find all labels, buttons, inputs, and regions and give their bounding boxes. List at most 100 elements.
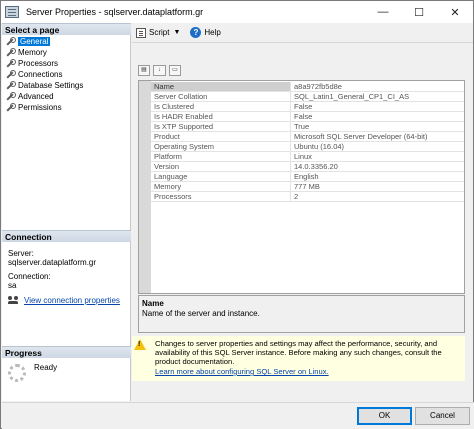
connection-value: sa bbox=[8, 281, 17, 290]
title-bar: Server Properties - sqlserver.dataplatfo… bbox=[1, 1, 473, 23]
script-label: Script bbox=[149, 28, 170, 37]
row-gutter bbox=[139, 152, 151, 162]
maximize-button[interactable]: ☐ bbox=[401, 1, 437, 23]
progress-spinner-icon bbox=[8, 364, 26, 382]
property-name: Version bbox=[151, 162, 291, 172]
categorized-icon[interactable]: ▤ bbox=[138, 65, 150, 76]
property-value: SQL_Latin1_General_CP1_CI_AS bbox=[291, 92, 464, 102]
connection-header: Connection bbox=[2, 230, 131, 242]
connection-label: Connection: bbox=[8, 272, 51, 281]
property-value: 777 MB bbox=[291, 182, 464, 192]
warning-panel: ! Changes to server properties and setti… bbox=[132, 336, 465, 381]
page-item-label: Advanced bbox=[18, 92, 54, 101]
dialog-footer: OK Cancel bbox=[2, 402, 474, 429]
row-gutter bbox=[139, 132, 151, 142]
server-properties-window: Server Properties - sqlserver.dataplatfo… bbox=[0, 0, 474, 429]
page-item-label: Connections bbox=[18, 70, 63, 79]
row-gutter bbox=[139, 92, 151, 102]
row-gutter bbox=[139, 142, 151, 152]
property-value: 14.0.3356.20 bbox=[291, 162, 464, 172]
row-gutter bbox=[139, 162, 151, 172]
wrench-icon bbox=[5, 59, 16, 68]
property-value: False bbox=[291, 102, 464, 112]
chevron-down-icon[interactable]: ▼ bbox=[173, 29, 180, 36]
property-name: Language bbox=[151, 172, 291, 182]
wrench-icon bbox=[5, 37, 16, 46]
wrench-icon bbox=[5, 81, 16, 90]
page-item-memory[interactable]: Memory bbox=[5, 47, 47, 58]
property-value: True bbox=[291, 122, 464, 132]
property-name: Is XTP Supported bbox=[151, 122, 291, 132]
cancel-button[interactable]: Cancel bbox=[415, 407, 470, 425]
left-panel: Select a page General Memory Processors … bbox=[2, 23, 131, 401]
property-value: Linux bbox=[291, 152, 464, 162]
help-icon: ? bbox=[190, 27, 202, 38]
description-text: Name of the server and instance. bbox=[142, 309, 260, 318]
property-name: Is Clustered bbox=[151, 102, 291, 112]
page-item-label: General bbox=[18, 37, 51, 46]
property-row[interactable]: Is Clustered False bbox=[139, 102, 464, 112]
wrench-icon bbox=[5, 92, 16, 101]
description-panel: Name Name of the server and instance. bbox=[138, 295, 465, 333]
property-row[interactable]: Server Collation SQL_Latin1_General_CP1_… bbox=[139, 92, 464, 102]
property-value: Microsoft SQL Server Developer (64-bit) bbox=[291, 132, 464, 142]
property-value: a8a972fb5d8e bbox=[291, 82, 464, 92]
view-connection-properties-label: View connection properties bbox=[24, 296, 120, 305]
property-row[interactable]: Is XTP Supported True bbox=[139, 122, 464, 132]
property-value: Ubuntu (16.04) bbox=[291, 142, 464, 152]
property-row[interactable]: Language English bbox=[139, 172, 464, 182]
property-row[interactable]: Memory 777 MB bbox=[139, 182, 464, 192]
property-name: Platform bbox=[151, 152, 291, 162]
property-row[interactable]: Name a8a972fb5d8e bbox=[139, 82, 464, 92]
sort-alphabetical-icon[interactable]: ↓ bbox=[153, 65, 166, 76]
property-row[interactable]: Is HADR Enabled False bbox=[139, 112, 464, 122]
property-value: English bbox=[291, 172, 464, 182]
page-item-general[interactable]: General bbox=[5, 36, 51, 47]
help-label: Help bbox=[204, 28, 221, 37]
learn-more-link[interactable]: Learn more about configuring SQL Server … bbox=[155, 367, 329, 376]
window-title: Server Properties - sqlserver.dataplatfo… bbox=[26, 7, 204, 17]
property-name: Name bbox=[151, 82, 291, 92]
server-properties-icon bbox=[5, 6, 19, 18]
server-value: sqlserver.dataplatform.gr bbox=[8, 258, 97, 267]
page-item-label: Database Settings bbox=[18, 81, 84, 90]
toolbar: Script ▼ ? Help bbox=[132, 23, 473, 43]
property-row[interactable]: Platform Linux bbox=[139, 152, 464, 162]
wrench-icon bbox=[5, 48, 16, 57]
property-name: Operating System bbox=[151, 142, 291, 152]
progress-header: Progress bbox=[2, 346, 131, 358]
property-row[interactable]: Version 14.0.3356.20 bbox=[139, 162, 464, 172]
ok-button[interactable]: OK bbox=[357, 407, 412, 425]
page-item-database-settings[interactable]: Database Settings bbox=[5, 80, 83, 91]
select-page-header: Select a page bbox=[2, 23, 131, 35]
script-button[interactable]: Script ▼ bbox=[136, 27, 180, 38]
page-item-processors[interactable]: Processors bbox=[5, 58, 58, 69]
grid-toolbar: ▤ ↓ ▭ bbox=[138, 65, 184, 76]
row-gutter bbox=[139, 112, 151, 122]
row-gutter bbox=[139, 122, 151, 132]
close-button[interactable]: ✕ bbox=[437, 1, 473, 23]
help-button[interactable]: ? Help bbox=[190, 27, 221, 38]
progress-status: Ready bbox=[34, 363, 58, 372]
property-name: Product bbox=[151, 132, 291, 142]
property-value: False bbox=[291, 112, 464, 122]
property-name: Processors bbox=[151, 192, 291, 202]
property-name: Memory bbox=[151, 182, 291, 192]
property-name: Is HADR Enabled bbox=[151, 112, 291, 122]
row-gutter bbox=[139, 82, 151, 92]
property-row[interactable]: Operating System Ubuntu (16.04) bbox=[139, 142, 464, 152]
property-name: Server Collation bbox=[151, 92, 291, 102]
property-row[interactable]: Processors 2 bbox=[139, 192, 464, 202]
minimize-button[interactable]: — bbox=[365, 1, 401, 23]
view-connection-properties-link[interactable]: View connection properties bbox=[8, 296, 120, 305]
property-pages-icon[interactable]: ▭ bbox=[169, 65, 181, 76]
page-item-advanced[interactable]: Advanced bbox=[5, 91, 54, 102]
connection-icon bbox=[8, 296, 20, 305]
wrench-icon bbox=[5, 103, 16, 112]
warning-icon: ! bbox=[134, 339, 146, 350]
page-item-label: Processors bbox=[18, 59, 59, 68]
property-row[interactable]: Product Microsoft SQL Server Developer (… bbox=[139, 132, 464, 142]
page-item-permissions[interactable]: Permissions bbox=[5, 102, 62, 113]
page-item-label: Permissions bbox=[18, 103, 62, 112]
page-item-connections[interactable]: Connections bbox=[5, 69, 62, 80]
